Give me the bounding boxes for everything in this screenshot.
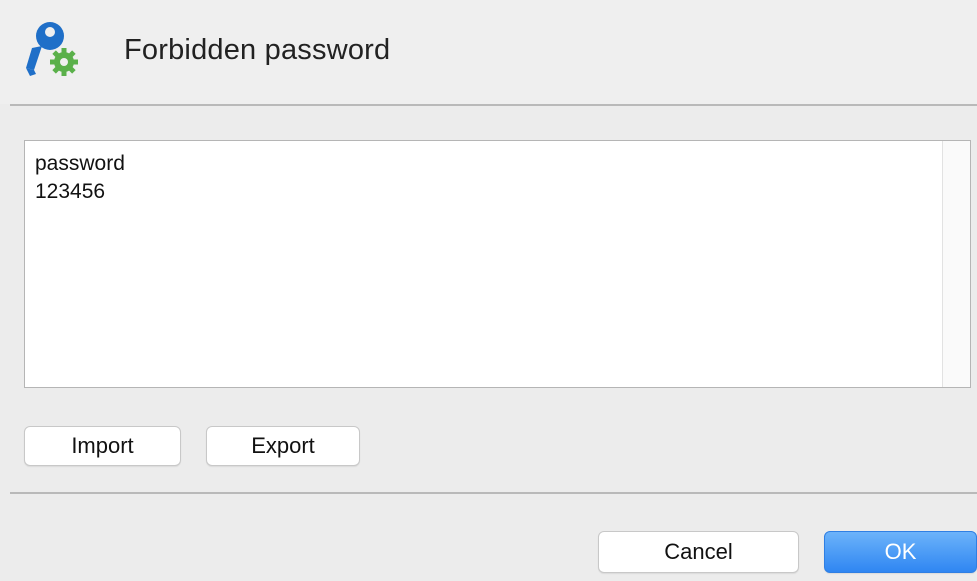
cancel-button[interactable]: Cancel <box>598 531 799 573</box>
forbidden-password-dialog: Forbidden password password 123456 Impor… <box>0 0 977 581</box>
import-button[interactable]: Import <box>24 426 181 466</box>
key-gear-icon <box>20 18 84 86</box>
export-button[interactable]: Export <box>206 426 360 466</box>
dialog-title: Forbidden password <box>124 34 391 66</box>
list-item[interactable]: password <box>35 150 125 178</box>
forbidden-password-list[interactable]: password 123456 <box>24 140 971 388</box>
list-scrollbar[interactable] <box>942 141 970 387</box>
footer-divider <box>10 492 977 494</box>
list-item[interactable]: 123456 <box>35 178 125 206</box>
ok-button[interactable]: OK <box>824 531 977 573</box>
password-entries: password 123456 <box>35 150 125 206</box>
header-divider <box>10 104 977 106</box>
dialog-header: Forbidden password <box>0 0 977 104</box>
